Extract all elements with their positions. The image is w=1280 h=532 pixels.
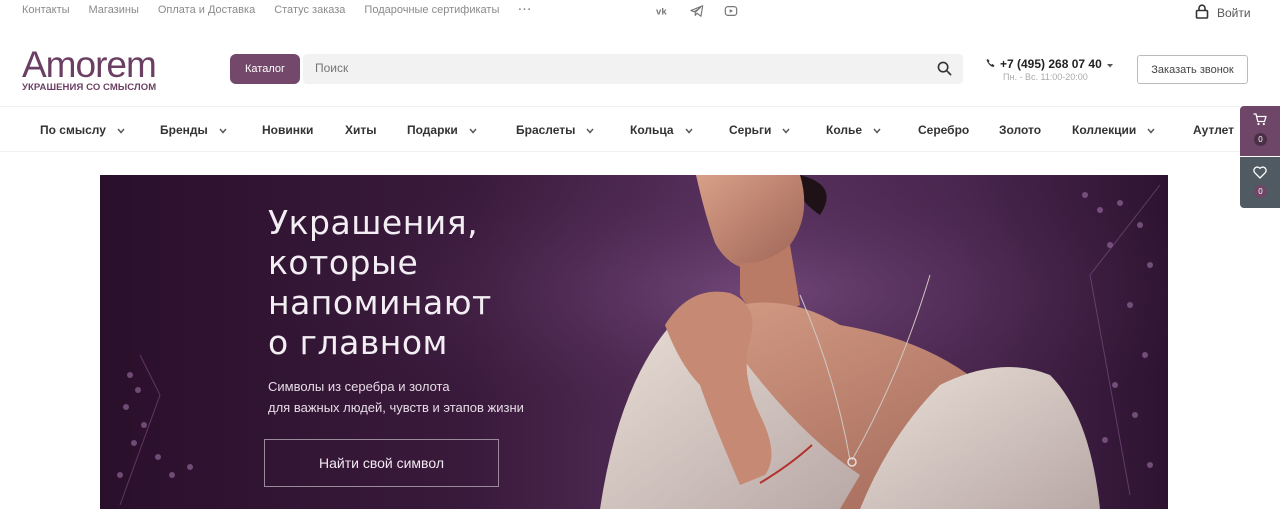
banner-subtitle: Символы из серебра и золота для важных л… <box>268 376 524 418</box>
nav-item-meaning[interactable]: По смыслу <box>40 123 125 137</box>
nav-item-label: Золото <box>999 123 1042 137</box>
nav-item-outlet[interactable]: Аутлет <box>1193 123 1234 137</box>
nav-item-bracelets[interactable]: Браслеты <box>516 123 594 137</box>
nav-item-label: Новинки <box>262 123 314 137</box>
social-links: vk <box>656 4 740 18</box>
nav-item-label: Хиты <box>345 123 377 137</box>
nav-item-rings[interactable]: Кольца <box>630 123 693 137</box>
favorites-count-badge: 0 <box>1254 185 1267 198</box>
chevron-down-icon <box>117 123 125 137</box>
top-links: Контакты Магазины Оплата и Доставка Стат… <box>22 4 551 16</box>
nav-item-hits[interactable]: Хиты <box>345 123 377 137</box>
nav-item-necklaces[interactable]: Колье <box>826 123 881 137</box>
favorites-button[interactable]: 0 <box>1240 157 1280 208</box>
banner-title: Украшения, которые напоминают о главном <box>268 203 492 363</box>
top-link-payment-delivery[interactable]: Оплата и Доставка <box>158 4 255 16</box>
chevron-down-icon <box>1147 123 1155 137</box>
site-logo[interactable]: Amorem УКРАШЕНИЯ СО СМЫСЛОМ <box>22 44 172 93</box>
more-links-button[interactable]: ··· <box>518 4 532 16</box>
nav-item-brands[interactable]: Бренды <box>160 123 227 137</box>
logo-tagline: УКРАШЕНИЯ СО СМЫСЛОМ <box>22 82 157 93</box>
banner-subtitle-line: Символы из серебра и золота <box>268 379 450 394</box>
logo-wordmark: Amorem <box>22 44 157 85</box>
search-input[interactable] <box>315 61 915 75</box>
nav-item-label: Кольца <box>630 123 674 137</box>
banner-subtitle-line: для важных людей, чувств и этапов жизни <box>268 400 524 415</box>
nav-item-label: Серьги <box>729 123 772 137</box>
working-hours: Пн. - Вс. 11:00-20:00 <box>1003 72 1088 82</box>
nav-item-gifts[interactable]: Подарки <box>407 123 477 137</box>
nav-item-label: Подарки <box>407 123 458 137</box>
find-symbol-button[interactable]: Найти свой символ <box>264 439 499 487</box>
svg-text:vk: vk <box>656 7 667 18</box>
chevron-down-icon <box>782 123 790 137</box>
chevron-down-icon <box>586 123 594 137</box>
youtube-icon[interactable] <box>724 4 740 18</box>
nav-item-label: Серебро <box>918 123 970 137</box>
catalog-button[interactable]: Каталог <box>230 54 300 84</box>
nav-item-new[interactable]: Новинки <box>262 123 313 137</box>
heart-icon <box>1253 166 1267 184</box>
floating-side-panel: 0 0 <box>1240 106 1280 208</box>
banner-photo-illustration <box>100 175 1168 509</box>
chevron-down-icon <box>873 123 881 137</box>
banner-title-line: которые <box>268 243 419 282</box>
chevron-down-icon <box>219 123 227 137</box>
nav-item-label: По смыслу <box>40 123 106 137</box>
phone-number[interactable]: +7 (495) 268 07 40 <box>1000 57 1102 71</box>
phone-block: +7 (495) 268 07 40 Пн. - Вс. 11:00-20:00 <box>986 57 1113 82</box>
top-link-gift-cards[interactable]: Подарочные сертификаты <box>364 4 499 16</box>
vk-icon[interactable]: vk <box>656 4 672 18</box>
phone-icon <box>986 57 995 71</box>
search-bar <box>303 54 963 84</box>
nav-item-silver[interactable]: Серебро <box>918 123 969 137</box>
callback-button[interactable]: Заказать звонок <box>1137 55 1248 84</box>
telegram-icon[interactable] <box>690 4 706 18</box>
login-link[interactable]: Войти <box>1195 4 1251 22</box>
chevron-down-icon <box>685 123 693 137</box>
banner-title-line: Украшения, <box>268 203 479 242</box>
nav-item-label: Колье <box>826 123 863 137</box>
nav-item-label: Бренды <box>160 123 208 137</box>
hero-banner[interactable]: Украшения, которые напоминают о главном … <box>100 175 1168 509</box>
nav-item-label: Браслеты <box>516 123 576 137</box>
banner-title-line: о главном <box>268 323 448 362</box>
lock-icon <box>1195 4 1209 22</box>
top-link-order-status[interactable]: Статус заказа <box>274 4 345 16</box>
nav-item-earrings[interactable]: Серьги <box>729 123 790 137</box>
phone-dropdown-icon[interactable] <box>1106 57 1113 71</box>
main-nav: По смыслу Бренды Новинки Хиты Подарки Бр… <box>0 106 1240 152</box>
chevron-down-icon <box>469 123 477 137</box>
login-label: Войти <box>1217 6 1251 20</box>
cart-count-badge: 0 <box>1254 133 1267 146</box>
top-link-stores[interactable]: Магазины <box>89 4 139 16</box>
top-link-contacts[interactable]: Контакты <box>22 4 70 16</box>
banner-title-line: напоминают <box>268 283 492 322</box>
cart-button[interactable]: 0 <box>1240 106 1280 156</box>
nav-item-gold[interactable]: Золото <box>999 123 1041 137</box>
top-bar: Контакты Магазины Оплата и Доставка Стат… <box>0 0 1280 24</box>
nav-item-label: Аутлет <box>1193 123 1235 137</box>
cart-icon <box>1253 113 1267 131</box>
search-icon[interactable] <box>937 61 952 81</box>
nav-item-collections[interactable]: Коллекции <box>1072 123 1155 137</box>
nav-item-label: Коллекции <box>1072 123 1137 137</box>
